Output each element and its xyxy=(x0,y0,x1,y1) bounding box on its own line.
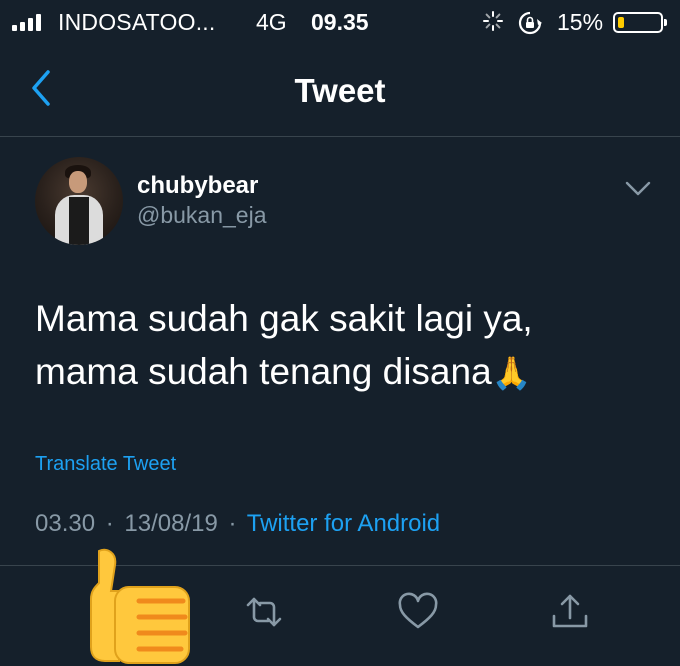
tweet-detail-screen: INDOSATOO... 4G 09.35 15% Tweet chubybea… xyxy=(0,0,680,666)
tweet-text: Mama sudah gak sakit lagi ya, mama sudah… xyxy=(35,292,655,400)
status-time: 09.35 xyxy=(311,9,369,35)
tweet-date: 13/08/19 xyxy=(124,510,218,537)
chevron-down-icon[interactable] xyxy=(624,179,652,199)
tweet-text-line-2: mama sudah tenang disana🙏 xyxy=(35,345,655,400)
battery-icon xyxy=(613,12,667,33)
tweet-time: 03.30 xyxy=(35,510,96,537)
tweet-text-line-1: Mama sudah gak sakit lagi ya, xyxy=(35,298,533,339)
meta-separator: · xyxy=(228,510,237,537)
avatar[interactable] xyxy=(35,157,123,245)
activity-spinner-icon xyxy=(483,11,503,31)
network-type: 4G xyxy=(256,9,287,35)
page-title: Tweet xyxy=(294,72,386,109)
retweet-icon[interactable] xyxy=(242,590,286,634)
rotation-lock-icon xyxy=(518,11,542,35)
user-handle[interactable]: @bukan_eja xyxy=(137,202,267,229)
battery-fill xyxy=(618,17,624,28)
like-icon[interactable] xyxy=(396,590,440,634)
share-icon[interactable] xyxy=(548,590,592,634)
translate-tweet-link[interactable]: Translate Tweet xyxy=(35,453,176,476)
display-name[interactable]: chubybear xyxy=(137,172,258,200)
tweet-meta: 03.30 · 13/08/19 · Twitter for Android xyxy=(35,510,440,538)
status-bar: INDOSATOO... 4G 09.35 15% xyxy=(0,0,680,46)
tweet-source-link[interactable]: Twitter for Android xyxy=(247,510,440,537)
thumbs-up-emoji xyxy=(90,548,190,664)
nav-bar: Tweet xyxy=(0,46,680,137)
battery-percent: 15% xyxy=(557,9,604,35)
folded-hands-emoji: 🙏 xyxy=(491,355,532,391)
carrier-name: INDOSATOO... xyxy=(58,9,216,35)
meta-separator: · xyxy=(105,510,114,537)
signal-strength-icon xyxy=(12,13,41,31)
tweet-text-line-2-body: mama sudah tenang disana xyxy=(35,351,492,392)
